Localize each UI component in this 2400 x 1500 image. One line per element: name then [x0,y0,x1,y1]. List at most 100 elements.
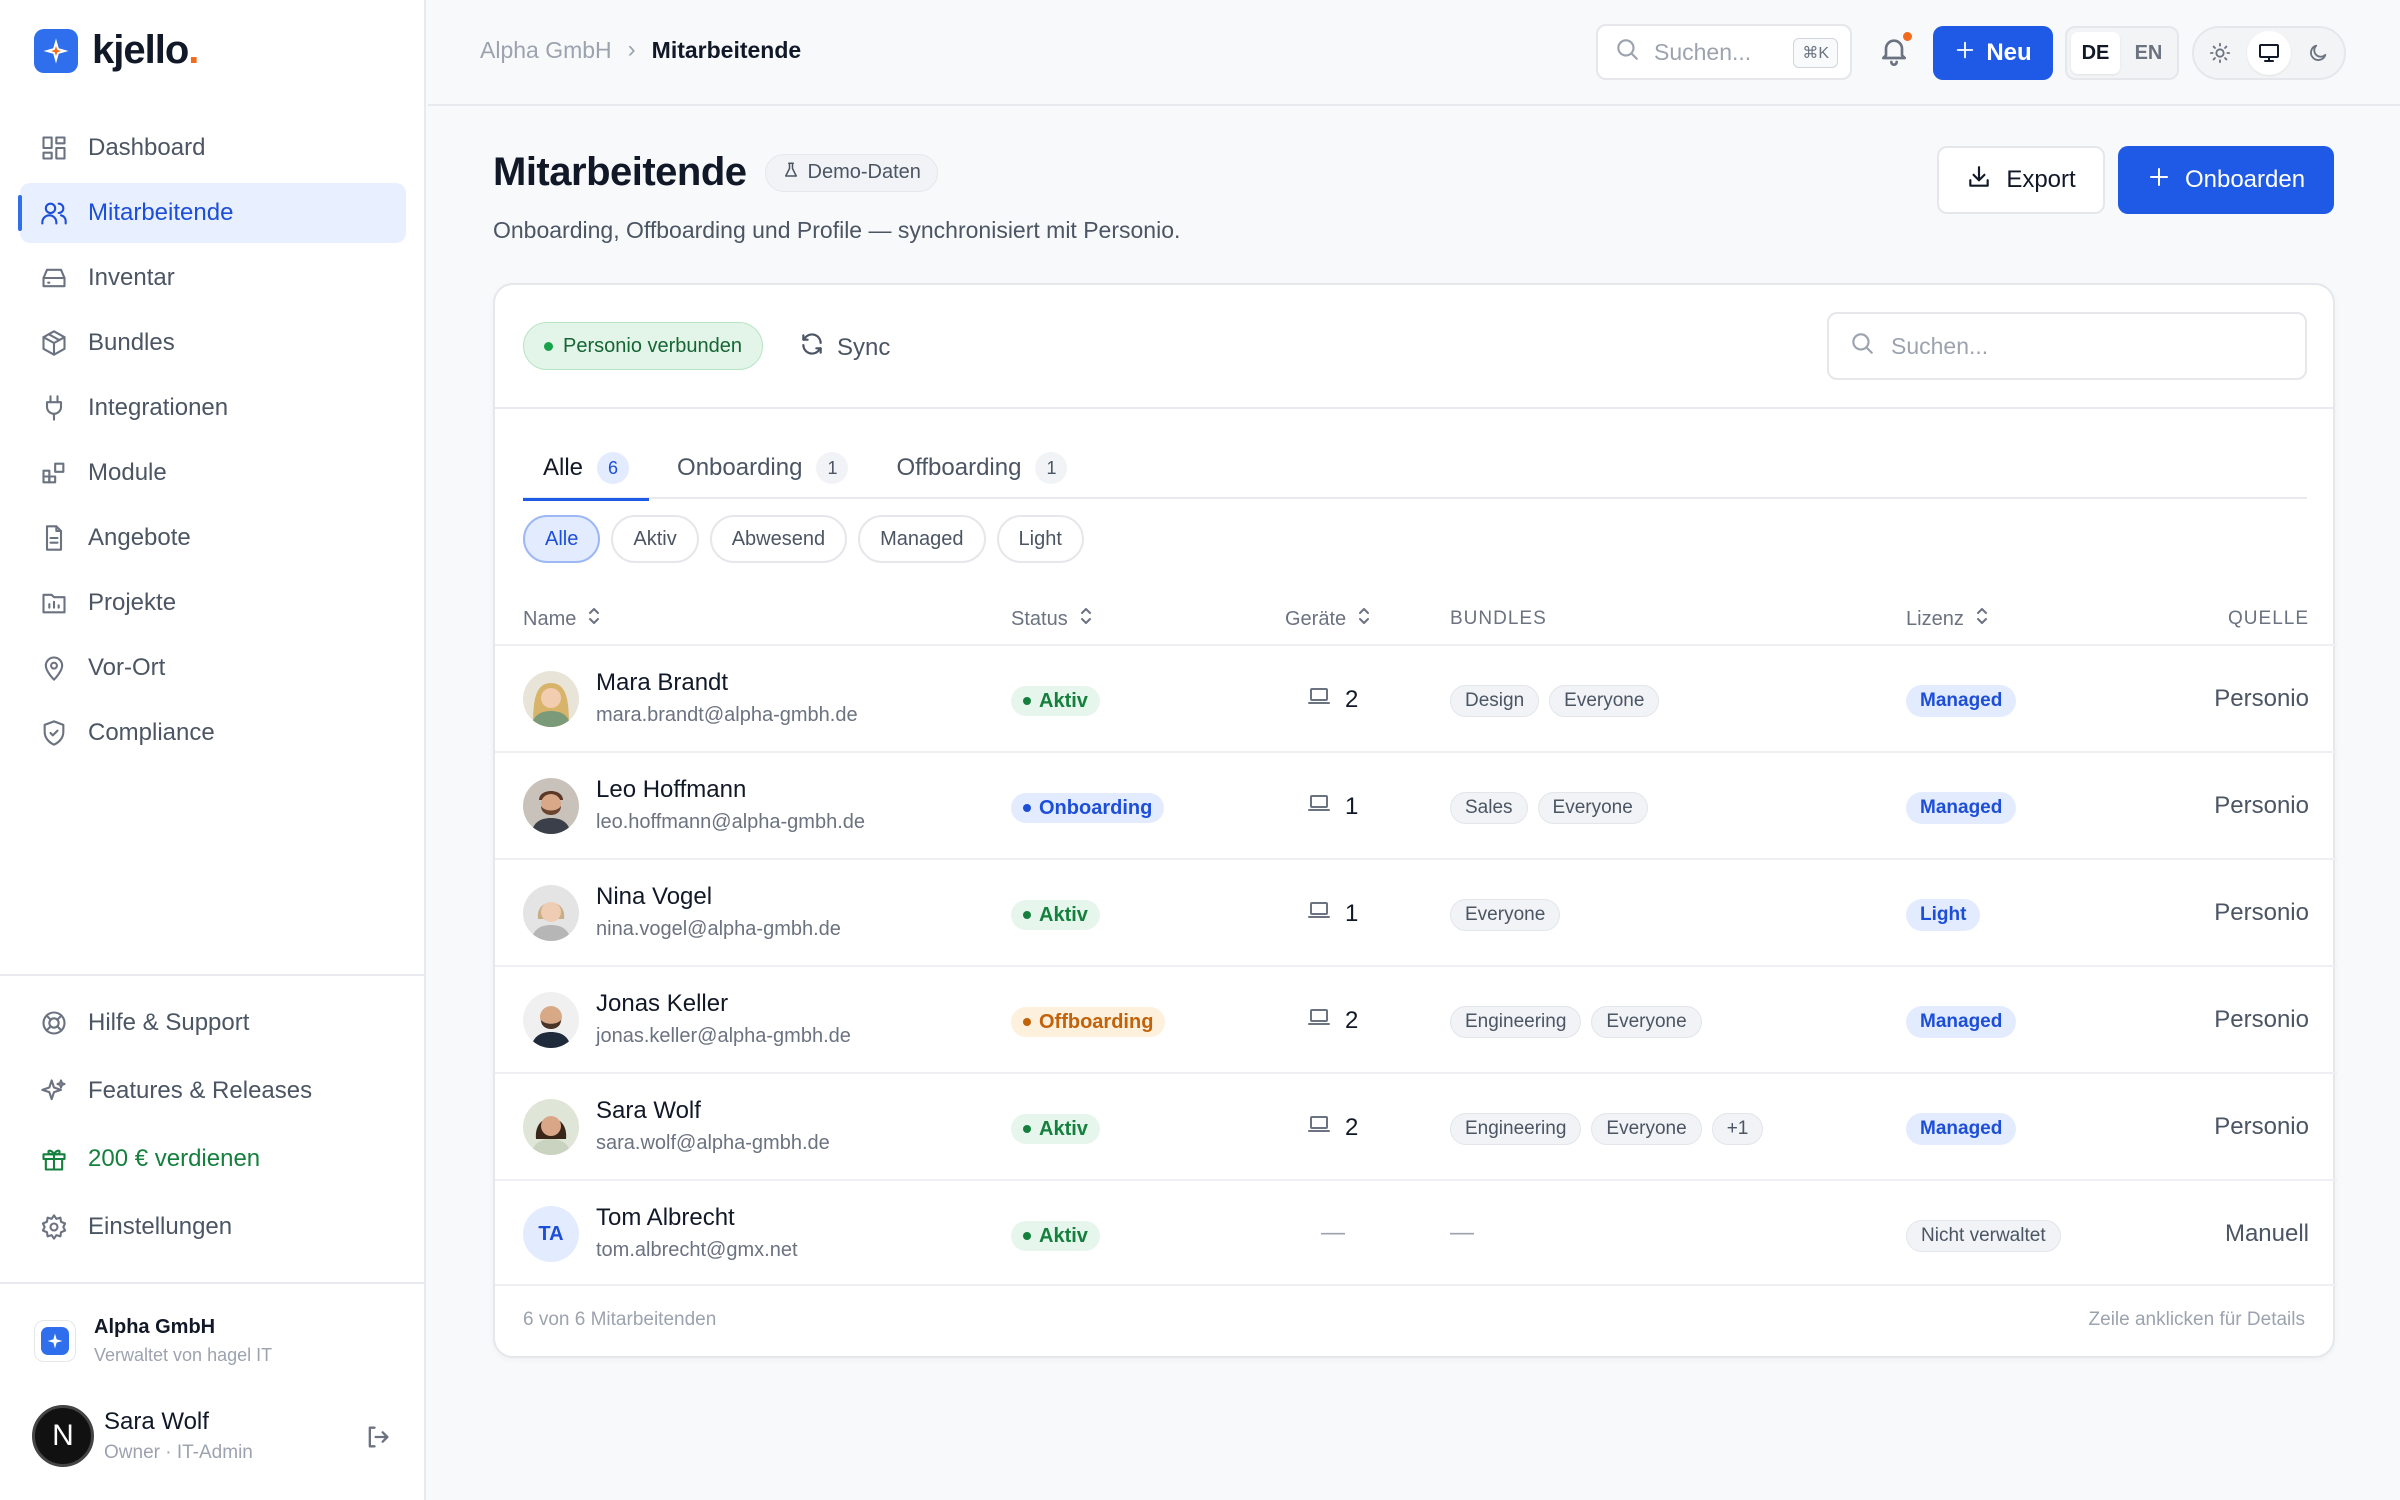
notifications-button[interactable] [1878,32,1912,71]
export-button[interactable]: Export [1937,146,2105,214]
connection-status-badge: Personio verbunden [523,322,764,370]
sync-button[interactable]: Sync [799,331,890,364]
tab-label: Onboarding [677,454,803,481]
table-row[interactable]: Leo Hoffmann leo.hoffmann@alpha-gmbh.de … [495,751,2337,858]
global-search-input[interactable]: Suchen... ⌘K [1596,24,1852,80]
tab-offboarding[interactable]: Offboarding 1 [876,437,1087,499]
monitor-icon[interactable] [2246,31,2292,75]
user-profile[interactable]: N Sara Wolf Owner · IT-Admin [32,1405,392,1467]
search-icon [1614,36,1640,68]
table-row[interactable]: Jonas Keller jonas.keller@alpha-gmbh.de … [495,965,2337,1072]
logout-icon[interactable] [364,1423,392,1456]
page-header: Mitarbeitende Demo-Daten Onboarding, Off… [493,150,1180,244]
column-devices[interactable]: Geräte [1285,588,1372,650]
source-label: Manuell [2224,1220,2309,1247]
sidebar-item-compliance[interactable]: Compliance [20,703,406,763]
sidebar-item-mitarbeitende[interactable]: Mitarbeitende [18,183,406,243]
tab-onboarding[interactable]: Onboarding 1 [657,437,868,499]
table-row[interactable]: TA Tom Albrecht tom.albrecht@gmx.net Akt… [495,1179,2337,1286]
bundle-chip: Everyone [1591,1006,1702,1038]
sun-icon[interactable] [2198,31,2243,75]
sidebar-bottom-nav: Hilfe & Support Features & Releases 200 … [20,992,406,1264]
sidebar-item-label: Einstellungen [88,1213,233,1240]
employee-email: jonas.keller@alpha-gmbh.de [596,1025,851,1047]
drive-icon [40,264,68,292]
sidebar-divider [0,1282,426,1284]
sidebar-item-projekte[interactable]: Projekte [20,573,406,633]
sidebar-item-angebote[interactable]: Angebote [20,508,406,568]
language-en[interactable]: EN [2124,32,2173,74]
user-name: Sara Wolf [104,1408,209,1435]
sort-icon [1356,606,1372,632]
employee-table-body: Mara Brandt mara.brandt@alpha-gmbh.de Ak… [495,644,2337,1286]
sidebar-item-inventar[interactable]: Inventar [20,248,406,308]
avatar [523,885,579,941]
avatar [523,1099,579,1155]
table-hint: Zeile anklicken für Details [2088,1309,2305,1330]
sidebar-item-referral[interactable]: 200 € verdienen [20,1128,406,1190]
tab-count: 1 [1035,452,1068,484]
avatar: TA [523,1206,579,1262]
laptop-icon [1307,898,1331,929]
sidebar-item-label: Hilfe & Support [88,1009,250,1036]
employee-email: leo.hoffmann@alpha-gmbh.de [596,811,866,833]
column-status[interactable]: Status [1011,588,1094,650]
sidebar-item-label: Compliance [88,719,215,746]
employee-name: Nina Vogel [596,883,713,910]
bundle-chip: Design [1450,685,1540,717]
app-logo[interactable]: kjello. [34,28,199,73]
device-count: 1 [1307,791,1358,822]
moon-icon[interactable] [2295,31,2340,75]
filter-abwesend[interactable]: Abwesend [709,515,848,563]
folder-icon [40,589,68,617]
user-role: Owner · IT-Admin [104,1442,253,1463]
table-row[interactable]: Sara Wolf sara.wolf@alpha-gmbh.de Aktiv … [495,1072,2337,1179]
sidebar-item-module[interactable]: Module [20,443,406,503]
employees-card: Personio verbunden Sync Suchen... Alle 6… [493,283,2337,1358]
sidebar-item-integrationen[interactable]: Integrationen [20,378,406,438]
device-count: 2 [1307,684,1358,715]
sidebar-item-settings[interactable]: Einstellungen [20,1196,406,1258]
sidebar-item-vor-ort[interactable]: Vor-Ort [20,638,406,698]
bundle-list: Sales Everyone [1450,792,1648,824]
sidebar-item-label: Mitarbeitende [88,199,234,226]
table-row[interactable]: Mara Brandt mara.brandt@alpha-gmbh.de Ak… [495,644,2337,751]
sort-icon [586,606,602,632]
sidebar-item-features[interactable]: Features & Releases [20,1060,406,1122]
sidebar-item-bundles[interactable]: Bundles [20,313,406,373]
package-icon [40,329,68,357]
employee-search-input[interactable]: Suchen... [1827,312,2307,380]
column-name[interactable]: Name [523,588,602,650]
sidebar-item-label: Integrationen [88,394,229,421]
theme-switcher [2192,26,2346,80]
device-count: — [1321,1219,1345,1246]
sidebar-item-dashboard[interactable]: Dashboard [20,118,406,178]
employee-name: Sara Wolf [596,1097,701,1124]
map-pin-icon [40,654,68,682]
source-label: Personio [2214,899,2309,926]
plus-icon [1954,39,1976,68]
table-row[interactable]: Nina Vogel nina.vogel@alpha-gmbh.de Akti… [495,858,2337,965]
status-badge: Aktiv [1011,900,1100,930]
sidebar-item-label: 200 € verdienen [88,1145,261,1172]
language-de[interactable]: DE [2071,32,2120,74]
tab-alle[interactable]: Alle 6 [523,437,650,501]
sidebar-item-help[interactable]: Hilfe & Support [20,992,406,1054]
filter-alle[interactable]: Alle [523,515,601,563]
onboard-button[interactable]: Onboarden [2118,146,2334,214]
filter-managed[interactable]: Managed [858,515,986,563]
source-label: Personio [2214,1113,2309,1140]
column-license[interactable]: Lizenz [1906,588,1990,650]
avatar [523,778,579,834]
sidebar-divider [0,974,426,976]
new-button[interactable]: Neu [1933,26,2053,80]
filter-light[interactable]: Light [996,515,1084,563]
license-badge: Managed [1906,685,2017,717]
employee-email: mara.brandt@alpha-gmbh.de [596,704,858,726]
filter-aktiv[interactable]: Aktiv [611,515,699,563]
device-count: 2 [1307,1005,1358,1036]
breadcrumb-parent[interactable]: Alpha GmbH [480,37,612,64]
bundle-more-chip[interactable]: +1 [1711,1113,1764,1145]
employee-name: Tom Albrecht [596,1204,735,1231]
org-switcher[interactable]: Alpha GmbH Verwaltet von hagel IT [34,1316,272,1366]
